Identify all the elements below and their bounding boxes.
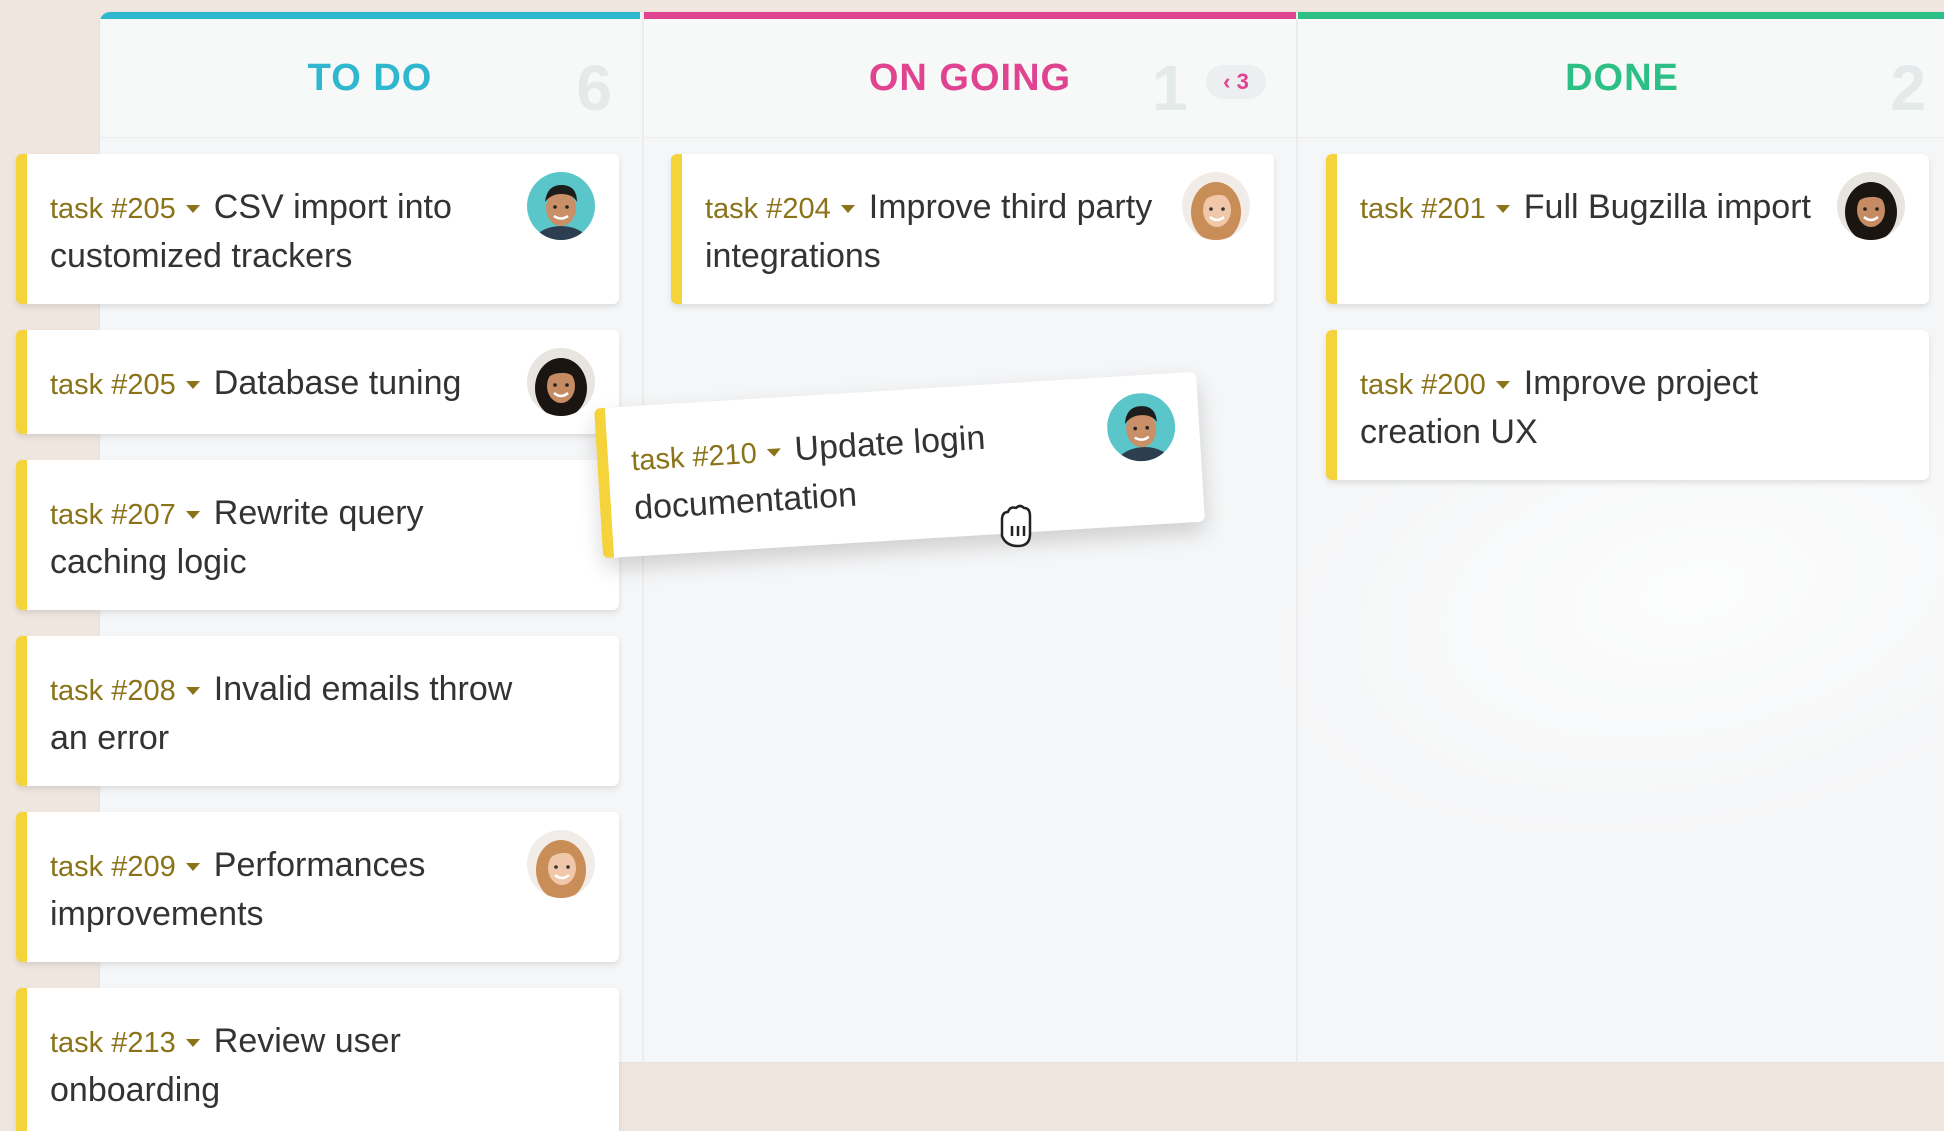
- column-todo-title: TO DO: [307, 57, 433, 99]
- column-ongoing-header[interactable]: ON GOING 1 ‹ 3: [644, 19, 1296, 138]
- task-card-text: task #209 Performances improvements: [50, 842, 514, 938]
- task-card[interactable]: task #205 Database tuning: [16, 330, 619, 434]
- task-id[interactable]: task #205: [50, 369, 176, 401]
- task-id[interactable]: task #208: [50, 675, 176, 707]
- task-id[interactable]: task #213: [50, 1027, 176, 1059]
- grab-hand-cursor-icon: [992, 500, 1040, 552]
- caret-down-icon[interactable]: [185, 687, 200, 696]
- column-done-title: DONE: [1565, 57, 1679, 99]
- assignee-avatar[interactable]: [1182, 172, 1250, 240]
- task-card[interactable]: task #200 Improve project creation UX: [1326, 330, 1929, 480]
- column-todo-color-bar: [100, 12, 640, 19]
- task-id[interactable]: task #204: [705, 193, 831, 225]
- caret-down-icon[interactable]: [766, 448, 782, 458]
- task-card-text: task #208 Invalid emails throw an error: [50, 666, 514, 762]
- caret-down-icon[interactable]: [840, 205, 855, 214]
- task-id[interactable]: task #210: [630, 438, 757, 478]
- task-id[interactable]: task #209: [50, 851, 176, 883]
- assignee-avatar[interactable]: [527, 348, 595, 416]
- column-done-header[interactable]: DONE 2: [1298, 19, 1944, 138]
- caret-down-icon[interactable]: [185, 863, 200, 872]
- column-done-color-bar: [1298, 12, 1944, 19]
- column-ongoing-title: ON GOING: [868, 57, 1072, 99]
- column-ongoing-color-bar: [644, 12, 1296, 19]
- caret-down-icon[interactable]: [185, 381, 200, 390]
- task-id[interactable]: task #200: [1360, 369, 1486, 401]
- task-card[interactable]: task #204 Improve third party integration…: [671, 154, 1274, 304]
- column-todo-header[interactable]: TO DO 6: [100, 19, 640, 138]
- assignee-avatar[interactable]: [1837, 172, 1905, 240]
- task-card[interactable]: task #213 Review user onboarding: [16, 988, 619, 1131]
- column-done-count: 2: [1890, 52, 1926, 124]
- task-id[interactable]: task #201: [1360, 193, 1486, 225]
- caret-down-icon[interactable]: [185, 511, 200, 520]
- task-card-text: task #200 Improve project creation UX: [1360, 360, 1824, 456]
- task-card-text: task #204 Improve third party integration…: [705, 184, 1169, 280]
- task-id[interactable]: task #207: [50, 499, 176, 531]
- task-card-text: task #201 Full Bugzilla import: [1360, 184, 1824, 233]
- task-card[interactable]: task #207 Rewrite query caching logic: [16, 460, 619, 610]
- wip-limit-badge[interactable]: ‹ 3: [1206, 65, 1266, 99]
- column-todo-count: 6: [576, 52, 612, 124]
- caret-down-icon[interactable]: [1495, 381, 1510, 390]
- task-title: Database tuning: [213, 364, 462, 402]
- caret-down-icon[interactable]: [1495, 205, 1510, 214]
- task-card-text: task #213 Review user onboarding: [50, 1018, 514, 1114]
- task-card[interactable]: task #208 Invalid emails throw an error: [16, 636, 619, 786]
- caret-down-icon[interactable]: [185, 1039, 200, 1048]
- assignee-avatar[interactable]: [527, 172, 595, 240]
- task-card[interactable]: task #205 CSV import into customized trac…: [16, 154, 619, 304]
- task-id[interactable]: task #205: [50, 193, 176, 225]
- task-title: Full Bugzilla import: [1523, 188, 1811, 226]
- caret-down-icon[interactable]: [185, 205, 200, 214]
- assignee-avatar[interactable]: [527, 830, 595, 898]
- task-card-text: task #207 Rewrite query caching logic: [50, 490, 514, 586]
- task-card-text: task #205 Database tuning: [50, 360, 514, 409]
- task-card-text: task #205 CSV import into customized trac…: [50, 184, 514, 280]
- task-card[interactable]: task #201 Full Bugzilla import: [1326, 154, 1929, 304]
- column-ongoing-count: 1: [1152, 52, 1188, 124]
- assignee-avatar[interactable]: [1105, 391, 1177, 463]
- task-card[interactable]: task #209 Performances improvements: [16, 812, 619, 962]
